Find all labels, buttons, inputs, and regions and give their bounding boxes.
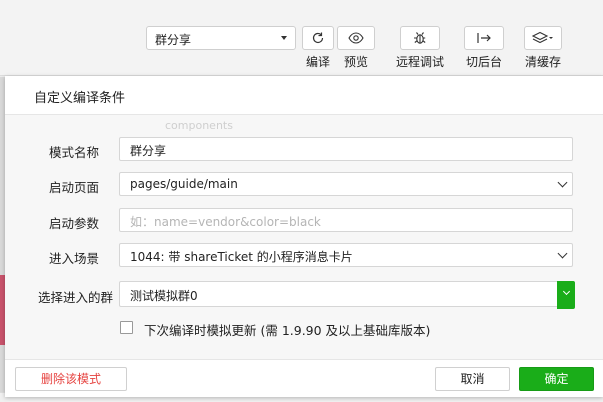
start-page-value: pages/guide/main [130,177,238,191]
compile-mode-select[interactable]: 群分享 [146,26,296,50]
mode-name-value: 群分享 [130,144,167,158]
group-value: 测试模拟群0 [130,289,198,303]
simulate-update-label: 下次编译时模拟更新 (需 1.9.90 及以上基础库版本) [144,323,431,338]
switch-background-button[interactable] [464,26,504,50]
chevron-down-icon [557,177,568,188]
scene-select[interactable]: 1044: 带 shareTicket 的小程序消息卡片 [119,243,573,267]
dialog-title: 自定义编译条件 [34,91,126,106]
start-page-select[interactable]: pages/guide/main [119,172,573,196]
compile-button[interactable] [302,26,334,50]
caret-down-icon [281,36,287,40]
custom-compile-dialog: 自定义编译条件 components 模式名称 群分享 启动页面 pages/g… [5,76,603,397]
chevron-down-icon [562,287,571,296]
group-dropdown-button[interactable] [557,281,575,309]
confirm-button[interactable]: 确定 [519,367,594,391]
compile-mode-value: 群分享 [155,33,192,47]
refresh-icon [312,32,324,44]
start-params-label: 启动参数 [48,216,99,231]
scene-label: 进入场景 [48,251,99,266]
simulate-update-checkbox[interactable] [120,321,133,334]
delete-mode-button[interactable]: 删除该模式 [15,367,127,391]
chevron-down-icon [557,248,568,259]
cancel-button[interactable]: 取消 [435,367,510,391]
start-params-placeholder: 如：name=vendor&color=black [130,215,321,229]
bug-icon [414,32,426,44]
arrow-exit-icon [477,33,491,43]
group-label: 选择进入的群 [37,290,113,305]
clear-cache-label: 清缓存 [524,55,561,69]
scene-value: 1044: 带 shareTicket 的小程序消息卡片 [130,250,353,264]
preview-button[interactable] [337,26,375,50]
switch-background-label: 切后台 [465,55,502,69]
layers-icon [532,31,553,44]
preview-label: 预览 [343,55,368,69]
remote-debug-label: 远程调试 [395,55,444,69]
mode-name-label: 模式名称 [48,145,99,160]
start-page-label: 启动页面 [48,180,99,195]
toolbar: 群分享 编译 预览 远程调试 切后台 清缓存 [0,0,603,76]
mode-name-input[interactable]: 群分享 [119,137,573,161]
eye-icon [348,32,364,44]
start-params-input[interactable]: 如：name=vendor&color=black [119,208,573,232]
remote-debug-button[interactable] [400,26,440,50]
group-select[interactable]: 测试模拟群0 [119,281,575,309]
divider [5,359,603,360]
compile-label: 编译 [305,55,330,69]
background-ghost-text: components [165,119,233,132]
clear-cache-button[interactable] [524,26,562,50]
